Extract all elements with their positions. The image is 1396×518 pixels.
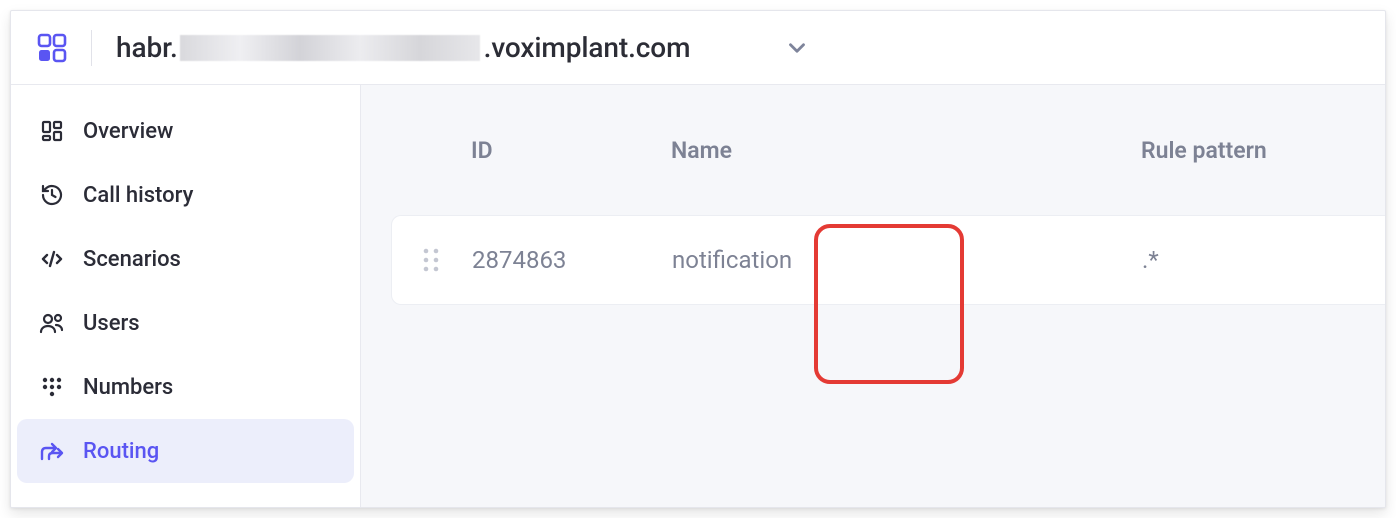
sidebar-item-routing[interactable]: Routing: [17, 419, 354, 483]
cell-name: notification: [672, 246, 1142, 274]
domain-redacted: [180, 35, 480, 61]
history-icon: [39, 183, 65, 207]
column-header-id[interactable]: ID: [471, 137, 671, 164]
main-content: ID Name Rule pattern 2874863 notificatio…: [361, 85, 1385, 507]
sidebar-item-numbers[interactable]: Numbers: [17, 355, 354, 419]
sidebar-item-call-history[interactable]: Call history: [17, 163, 354, 227]
sidebar-item-label: Overview: [83, 119, 173, 144]
sidebar-item-label: Routing: [83, 439, 159, 464]
domain-suffix: .voximplant.com: [484, 31, 691, 64]
users-icon: [39, 311, 65, 335]
app-domain[interactable]: habr. .voximplant.com: [116, 31, 690, 64]
sidebar-item-label: Scenarios: [83, 247, 181, 272]
body: Overview Call history: [11, 85, 1385, 507]
column-header-name[interactable]: Name: [671, 137, 1141, 164]
sidebar-item-overview[interactable]: Overview: [17, 99, 354, 163]
domain-dropdown-button[interactable]: [784, 35, 810, 61]
sidebar-item-label: Users: [83, 311, 140, 336]
code-icon: [39, 247, 65, 271]
topbar: habr. .voximplant.com: [11, 11, 1385, 85]
domain-prefix: habr.: [116, 31, 178, 64]
sidebar: Overview Call history: [11, 85, 361, 507]
chevron-down-icon: [784, 35, 810, 61]
column-header-pattern[interactable]: Rule pattern: [1141, 137, 1385, 164]
divider: [91, 30, 92, 66]
table-header: ID Name Rule pattern: [361, 85, 1385, 215]
drag-handle-icon[interactable]: [392, 245, 472, 275]
sidebar-item-scenarios[interactable]: Scenarios: [17, 227, 354, 291]
sidebar-item-label: Call history: [83, 183, 193, 208]
dashboard-icon: [39, 119, 65, 143]
routing-icon: [39, 439, 65, 463]
sidebar-item-users[interactable]: Users: [17, 291, 354, 355]
app-window: habr. .voximplant.com: [10, 10, 1386, 508]
cell-id: 2874863: [472, 246, 672, 274]
dialpad-icon: [39, 375, 65, 399]
table-row[interactable]: 2874863 notification .*: [391, 215, 1385, 305]
cell-pattern: .*: [1142, 246, 1385, 274]
sidebar-item-label: Numbers: [83, 375, 173, 400]
app-logo-icon[interactable]: [37, 33, 67, 63]
